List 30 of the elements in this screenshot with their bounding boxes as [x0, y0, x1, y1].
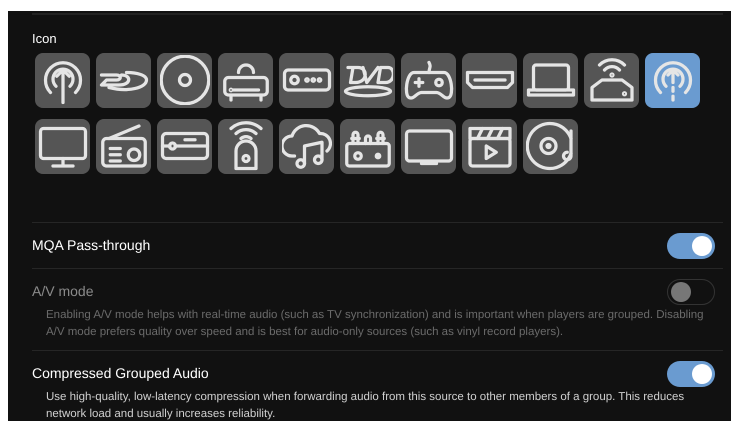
- vinyl-icon: [526, 121, 576, 171]
- icon-option[interactable]: [218, 118, 273, 174]
- icon-option[interactable]: [157, 52, 212, 108]
- setting-title: Compressed Grouped Audio: [32, 364, 209, 383]
- icon-option[interactable]: [401, 52, 456, 108]
- setting-title: MQA Pass-through: [32, 236, 150, 255]
- icon-option[interactable]: [523, 52, 578, 108]
- section-label: Icon: [32, 30, 58, 48]
- icon-option[interactable]: [218, 52, 273, 108]
- setting-title: A/V mode: [32, 282, 94, 301]
- icon-option[interactable]: [462, 52, 517, 108]
- icon-option[interactable]: [645, 52, 700, 108]
- toggle-switch[interactable]: [667, 360, 715, 386]
- cloud-music-icon: [282, 121, 332, 171]
- icon-option[interactable]: [584, 52, 639, 108]
- icon-option[interactable]: [340, 52, 395, 108]
- icon-option[interactable]: [279, 52, 334, 108]
- setting-description: Use high-quality, low-latency compression when forwarding audio from this source to other members of a group. This reduces network load and usually increases reliability.: [45, 390, 686, 421]
- toggle-switch[interactable]: [667, 232, 715, 258]
- icon-option[interactable]: [462, 118, 517, 174]
- icon-option[interactable]: [523, 118, 578, 174]
- icon-option[interactable]: [96, 118, 151, 174]
- icon-option[interactable]: [279, 118, 334, 174]
- icon-option[interactable]: [157, 118, 212, 174]
- icon-option[interactable]: [35, 52, 90, 108]
- setting-description: Enabling A/V mode helps with real-time audio (such as TV synchronization) and is important when players are grouped. Disabling A/V mode prefers quality over speed and is best for audio-only sources (such as vinyl record players).: [45, 308, 705, 340]
- icon-option[interactable]: [401, 118, 456, 174]
- icon-option[interactable]: [340, 118, 395, 174]
- icon-option[interactable]: [35, 118, 90, 174]
- icon-option[interactable]: [96, 52, 151, 108]
